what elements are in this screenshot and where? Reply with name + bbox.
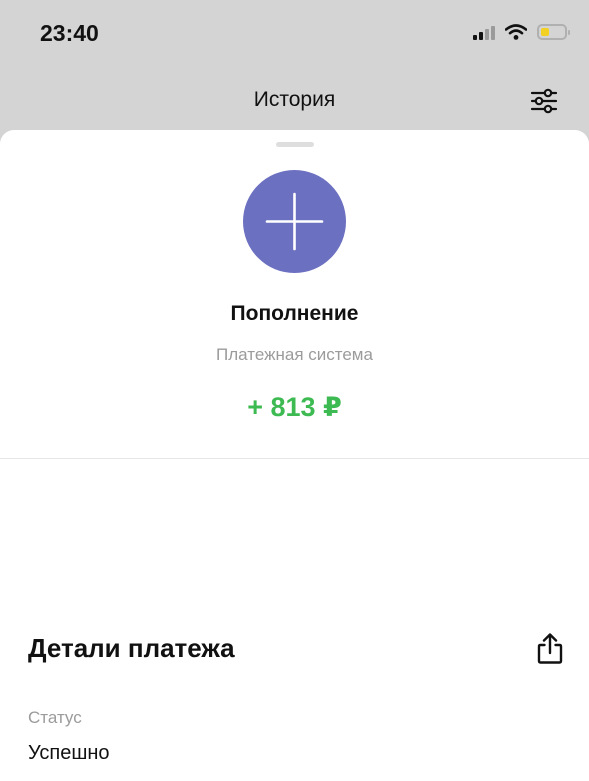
transaction-amount: + 813 ₽ xyxy=(247,392,342,422)
status-label: Статус xyxy=(28,708,82,727)
sheet-grabber[interactable] xyxy=(276,142,314,147)
status-bar: 23:40 xyxy=(0,0,589,72)
transaction-sheet: Пополнение Платежная система + 813 ₽ Дет… xyxy=(0,130,589,781)
battery-level xyxy=(541,28,549,36)
status-time: 23:40 xyxy=(40,20,99,46)
transaction-avatar xyxy=(243,170,346,273)
sliders-icon xyxy=(530,88,558,114)
details-heading: Детали платежа xyxy=(28,633,235,663)
nav-bar: История xyxy=(0,72,589,130)
transaction-title: Пополнение xyxy=(230,302,359,325)
page-title: История xyxy=(253,88,336,111)
transaction-subtitle: Платежная система xyxy=(216,345,373,364)
status-value: Успешно xyxy=(28,742,110,764)
plus-icon xyxy=(265,192,324,251)
cellular-signal-icon xyxy=(473,24,495,40)
share-button[interactable] xyxy=(535,632,565,666)
divider xyxy=(0,458,589,459)
filter-button[interactable] xyxy=(529,86,559,116)
battery-icon xyxy=(537,24,570,40)
status-icons xyxy=(473,24,570,40)
wifi-icon xyxy=(505,24,527,40)
share-icon xyxy=(537,633,563,664)
